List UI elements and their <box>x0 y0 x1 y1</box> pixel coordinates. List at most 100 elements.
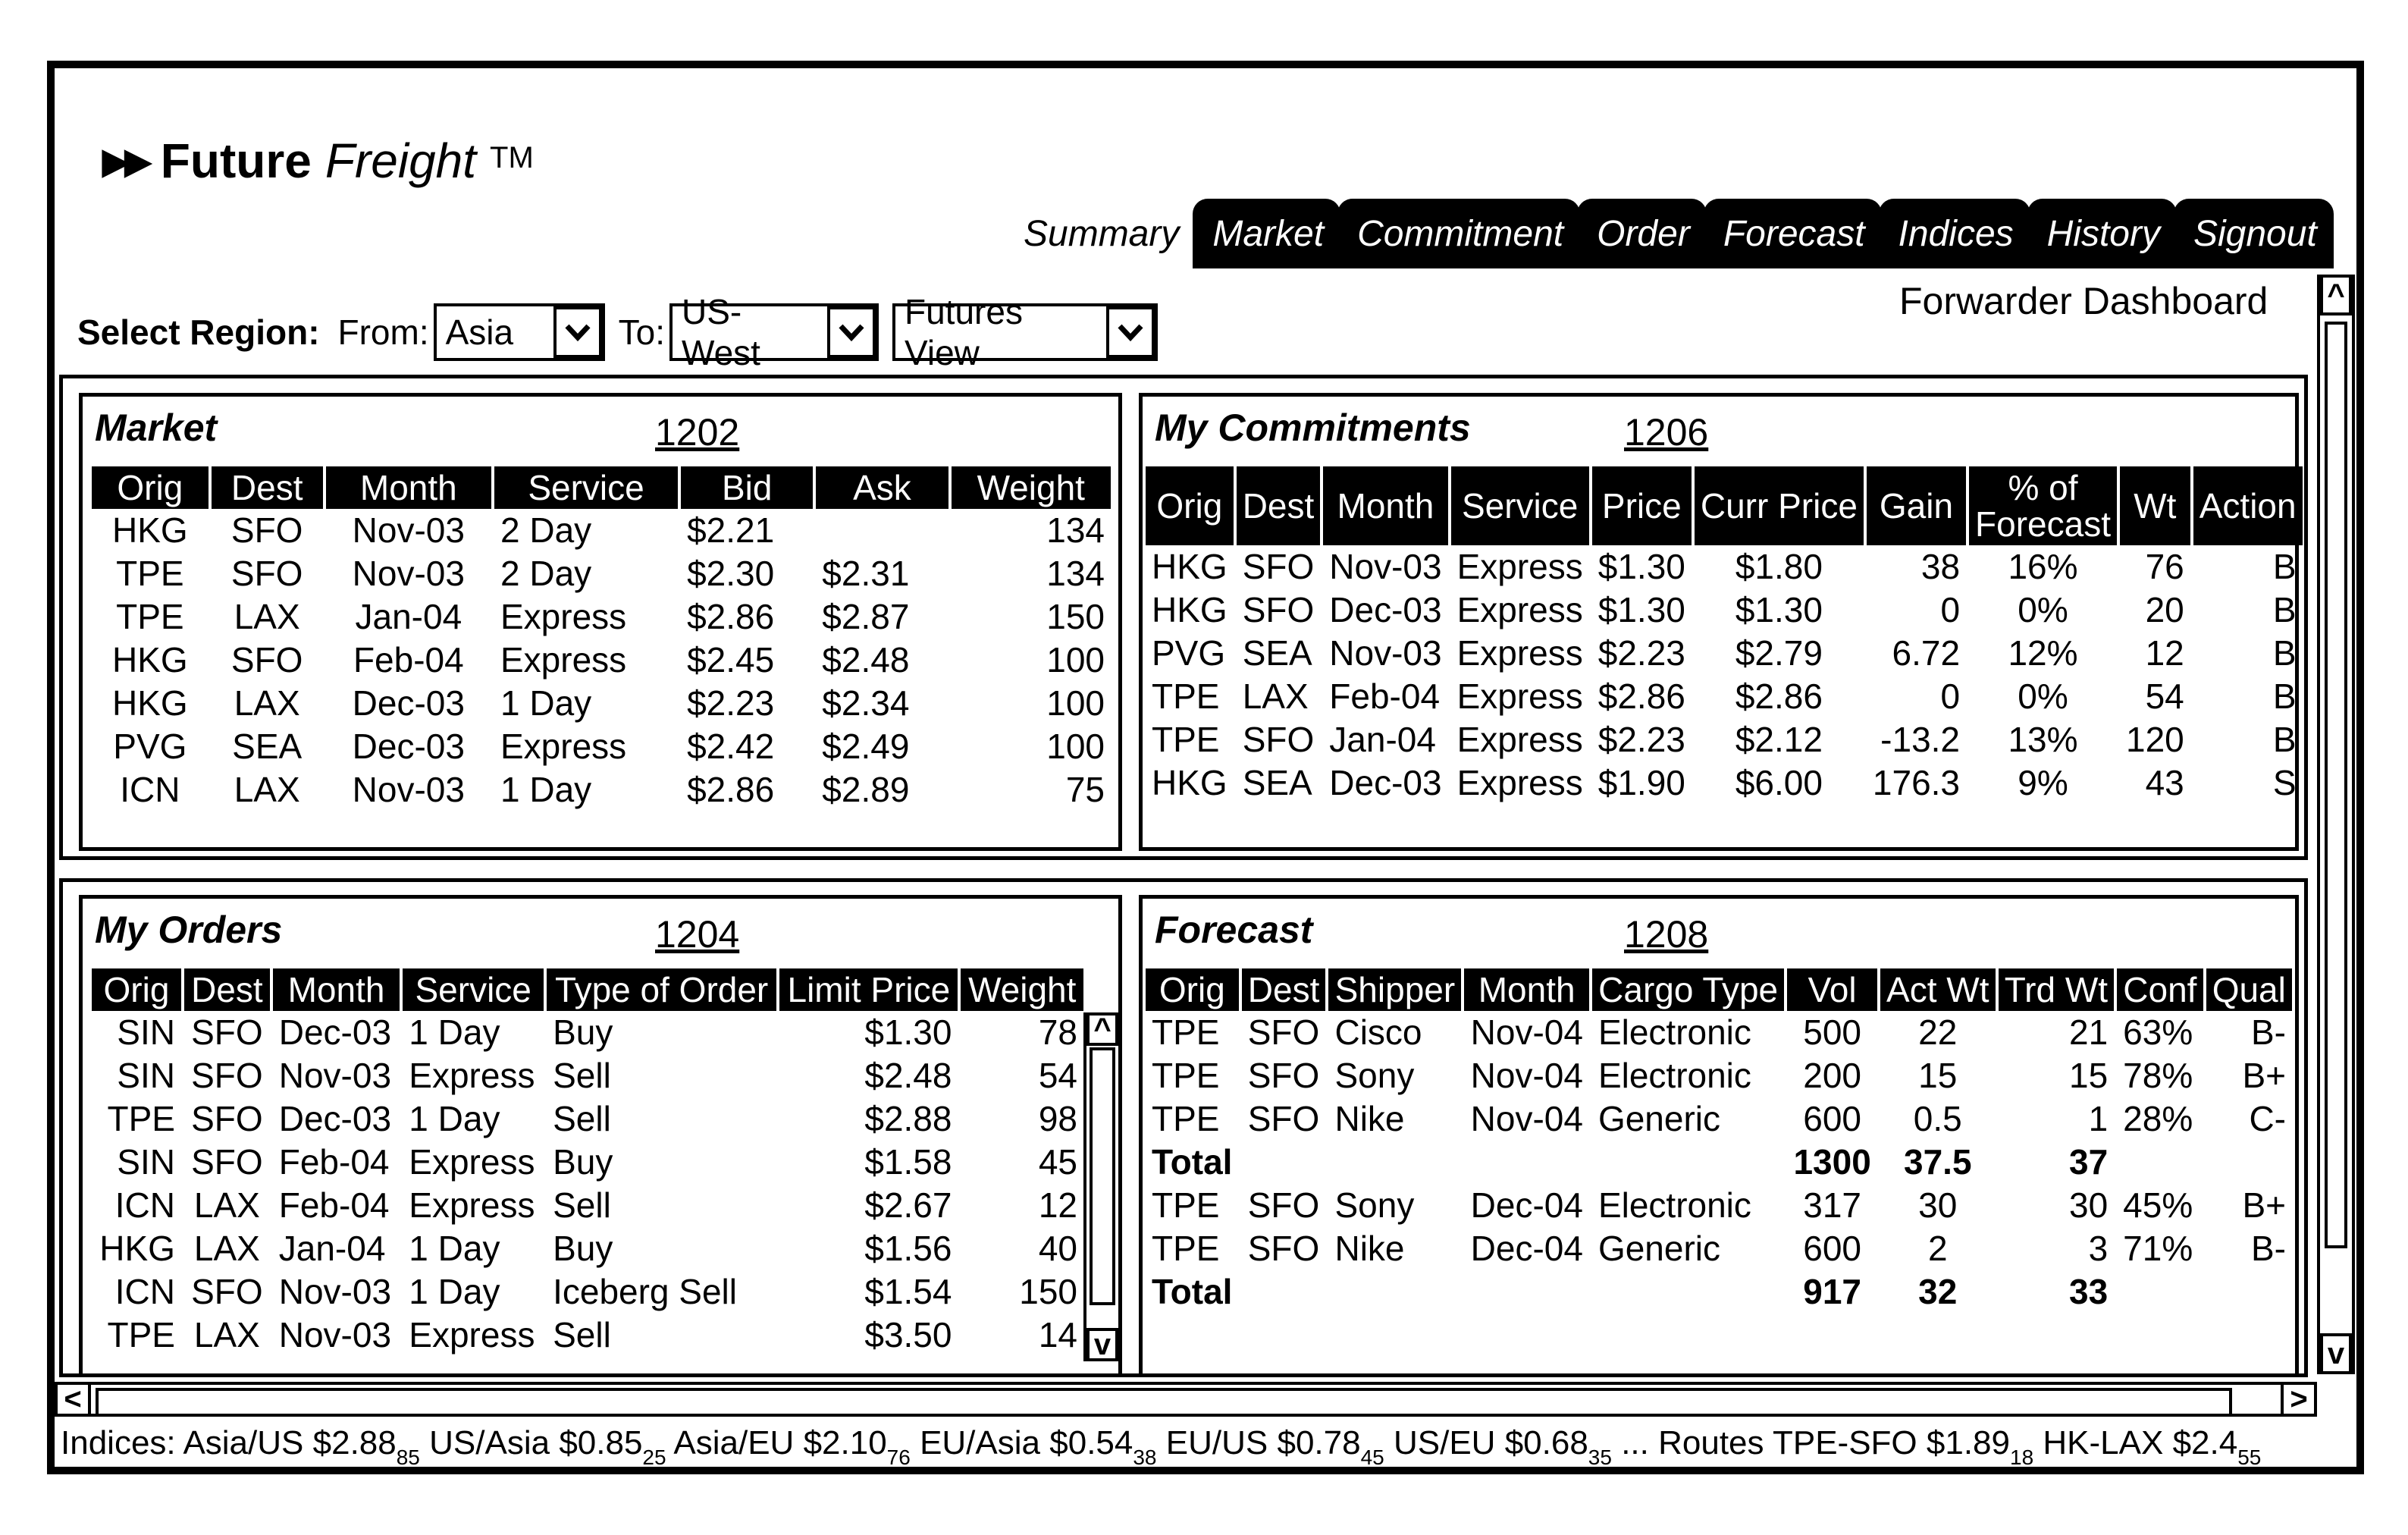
tab-indices[interactable]: Indices <box>1878 199 2030 268</box>
tab-market[interactable]: Market <box>1193 199 1341 268</box>
column-header-qual[interactable]: Qual <box>2206 968 2292 1011</box>
table-row[interactable]: TPE SFO Nike Dec-04 Generic 600 2 3 71% B- <box>1146 1227 2292 1270</box>
column-header-service[interactable]: Service <box>1450 466 1589 545</box>
column-header-trd-wt[interactable]: Trd Wt <box>1998 968 2115 1011</box>
chevron-down-icon[interactable] <box>553 306 602 358</box>
tab-history[interactable]: History <box>2027 199 2177 268</box>
column-header-dest[interactable]: Dest <box>1236 466 1321 545</box>
scroll-down-button[interactable]: v <box>2320 1333 2352 1374</box>
table-row[interactable]: TPE SFO Cisco Nov-04 Electronic 500 22 21 63% B- <box>1146 1011 2292 1054</box>
table-row[interactable]: TPE SFO Jan-04 Express $2.23 $2.12 -13.2 13% 120… <box>1146 718 2303 761</box>
index-item[interactable]: Asia/EU $2.1076 <box>673 1424 910 1469</box>
orders-scroll-thumb[interactable] <box>1090 1047 1115 1305</box>
scroll-right-button[interactable]: > <box>2281 1382 2317 1417</box>
orders-scroll-up-button[interactable]: ^ <box>1086 1012 1118 1046</box>
column-header-month[interactable]: Month <box>1323 466 1448 545</box>
table-row[interactable]: ICN LAX Feb-04 Express Sell $2.67 12 <box>92 1184 1083 1227</box>
tab-order[interactable]: Order <box>1577 199 1707 268</box>
route-item[interactable]: TPE-SFO $1.8918 <box>1773 1424 2033 1469</box>
column-header-price[interactable]: Price <box>1591 466 1692 545</box>
table-row[interactable]: SIN SFO Dec-03 1 Day Buy $1.30 78 <box>92 1011 1083 1054</box>
column-header-dest[interactable]: Dest <box>183 968 270 1011</box>
column-header-weight[interactable]: Weight <box>951 466 1111 509</box>
table-row[interactable]: SIN SFO Nov-03 Express Sell $2.48 54 <box>92 1054 1083 1097</box>
chevron-down-icon[interactable] <box>1106 306 1155 358</box>
table-row[interactable]: HKG SEA Dec-03 Express $1.90 $6.00 176.3 9% 43 S <box>1146 761 2303 805</box>
tab-forecast[interactable]: Forecast <box>1703 199 1882 268</box>
scroll-up-button[interactable]: ^ <box>2320 275 2352 315</box>
index-item[interactable]: US/Asia $0.8525 <box>429 1424 666 1469</box>
horizontal-scroll-thumb[interactable] <box>96 1388 2232 1417</box>
column-header-action[interactable]: Action <box>2193 466 2303 545</box>
column-header-service[interactable]: Service <box>494 466 679 509</box>
column-header-month[interactable]: Month <box>325 466 491 509</box>
to-region-select[interactable]: US-West <box>669 292 879 372</box>
table-row[interactable]: TPE SFO Dec-03 1 Day Sell $2.88 98 <box>92 1097 1083 1141</box>
cell-bid: $2.23 <box>687 683 775 723</box>
table-row[interactable]: PVG SEA Nov-03 Express $2.23 $2.79 6.72 12% 12 B <box>1146 632 2303 675</box>
table-row[interactable]: TPE LAX Nov-03 Express Sell $3.50 14 <box>92 1314 1083 1357</box>
table-row[interactable]: HKG LAX Dec-03 1 Day $2.23 $2.34 100 <box>92 682 1111 725</box>
table-row[interactable]: TPE LAX Feb-04 Express $2.86 $2.86 0 0% 54 B <box>1146 675 2303 718</box>
from-region-select[interactable]: Asia <box>433 303 605 361</box>
table-row[interactable]: ICN SFO Nov-03 1 Day Iceberg Sell $1.54 150 <box>92 1270 1083 1314</box>
table-row[interactable]: TPE SFO Nike Nov-04 Generic 600 0.5 1 28% C- <box>1146 1097 2292 1141</box>
table-row[interactable]: HKG SFO Dec-03 Express $1.30 $1.30 0 0% 20 B <box>1146 589 2303 632</box>
column-header-month[interactable]: Month <box>272 968 400 1011</box>
index-item[interactable]: Asia/US $2.8885 <box>183 1424 419 1469</box>
column-header-cargo-type[interactable]: Cargo Type <box>1591 968 1785 1011</box>
column-header-conf[interactable]: Conf <box>2117 968 2203 1011</box>
tab-summary[interactable]: Summary <box>1016 199 1196 268</box>
column-header--of-forecast[interactable]: % of Forecast <box>1969 466 2117 545</box>
column-header-type-of-order[interactable]: Type of Order <box>547 968 777 1011</box>
chevron-down-icon[interactable] <box>827 306 876 358</box>
table-row[interactable]: TPE LAX Jan-04 Express $2.86 $2.87 150 <box>92 595 1111 639</box>
table-row[interactable]: HKG LAX Jan-04 1 Day Buy $1.56 40 <box>92 1227 1083 1270</box>
tab-commitment[interactable]: Commitment <box>1337 199 1581 268</box>
index-item[interactable]: US/EU $0.6835 <box>1394 1424 1612 1469</box>
view-select[interactable]: Futures View <box>892 292 1158 372</box>
column-header-curr-price[interactable]: Curr Price <box>1694 466 1864 545</box>
table-row[interactable]: TPE SFO Nov-03 2 Day $2.30 $2.31 134 <box>92 552 1111 595</box>
cell-weight: 134 <box>1046 554 1105 593</box>
scroll-left-button[interactable]: < <box>55 1382 91 1417</box>
column-header-orig[interactable]: Orig <box>92 466 209 509</box>
column-header-service[interactable]: Service <box>403 968 544 1011</box>
cell-gain: 0 <box>1940 590 1961 629</box>
column-header-vol[interactable]: Vol <box>1787 968 1877 1011</box>
table-row[interactable]: TPE SFO Sony Dec-04 Electronic 317 30 30 45% B+ <box>1146 1184 2292 1227</box>
route-item[interactable]: HK-LAX $2.455 <box>2043 1424 2261 1469</box>
column-header-shipper[interactable]: Shipper <box>1328 968 1462 1011</box>
table-row[interactable]: TPE SFO Sony Nov-04 Electronic 200 15 15 78% B+ <box>1146 1054 2292 1097</box>
column-header-month[interactable]: Month <box>1464 968 1589 1011</box>
table-row[interactable]: HKG SFO Nov-03 2 Day $2.21 134 <box>92 509 1111 552</box>
index-value: $2.10 <box>803 1424 887 1461</box>
table-row[interactable]: ICN LAX Nov-03 1 Day $2.86 $2.89 75 <box>92 768 1111 811</box>
column-header-orig[interactable]: Orig <box>1146 968 1239 1011</box>
table-row[interactable]: HKG SFO Feb-04 Express $2.45 $2.48 100 <box>92 639 1111 682</box>
index-item[interactable]: EU/US $0.7845 <box>1166 1424 1384 1469</box>
column-header-dest[interactable]: Dest <box>1241 968 1326 1011</box>
column-header-weight[interactable]: Weight <box>961 968 1083 1011</box>
column-header-gain[interactable]: Gain <box>1866 466 1967 545</box>
column-header-dest[interactable]: Dest <box>211 466 323 509</box>
column-header-bid[interactable]: Bid <box>681 466 814 509</box>
total-row[interactable]: Total 917 32 33 <box>1146 1270 2292 1314</box>
table-row[interactable]: HKG SFO Nov-03 Express $1.30 $1.80 38 16% 76 B <box>1146 545 2303 589</box>
orders-scrollbar[interactable]: ^ v <box>1083 1012 1121 1361</box>
horizontal-scrollbar[interactable]: < > <box>55 1382 2317 1417</box>
index-item[interactable]: EU/Asia $0.5438 <box>920 1424 1156 1469</box>
vertical-scroll-thumb[interactable] <box>2325 322 2347 1248</box>
column-header-orig[interactable]: Orig <box>92 968 181 1011</box>
total-row[interactable]: Total 1300 37.5 37 <box>1146 1141 2292 1184</box>
column-header-orig[interactable]: Orig <box>1146 466 1234 545</box>
table-row[interactable]: PVG SEA Dec-03 Express $2.42 $2.49 100 <box>92 725 1111 768</box>
orders-scroll-down-button[interactable]: v <box>1086 1328 1118 1361</box>
column-header-wt[interactable]: Wt <box>2119 466 2190 545</box>
table-row[interactable]: SIN SFO Feb-04 Express Buy $1.58 45 <box>92 1141 1083 1184</box>
tab-signout[interactable]: Signout <box>2173 199 2334 268</box>
vertical-scrollbar[interactable]: ^ v <box>2317 275 2355 1374</box>
column-header-ask[interactable]: Ask <box>816 466 948 509</box>
column-header-act-wt[interactable]: Act Wt <box>1880 968 1996 1011</box>
column-header-limit-price[interactable]: Limit Price <box>779 968 958 1011</box>
